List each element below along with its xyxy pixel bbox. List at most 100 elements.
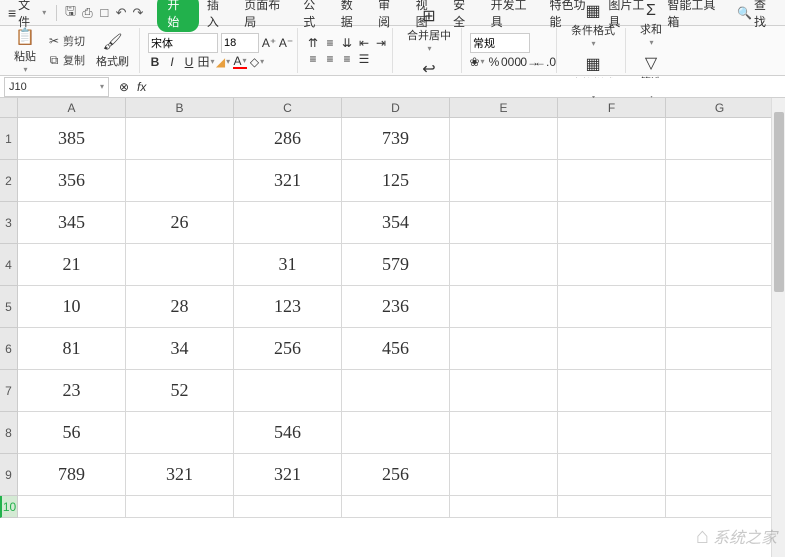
row-header-4[interactable]: 4 <box>0 244 18 286</box>
cell-F3[interactable] <box>558 202 666 244</box>
cell-F9[interactable] <box>558 454 666 496</box>
cell-D1[interactable]: 739 <box>342 118 450 160</box>
fill-color-icon[interactable]: ◢ <box>216 55 230 69</box>
cell-A5[interactable]: 10 <box>18 286 126 328</box>
cell-C4[interactable]: 31 <box>234 244 342 286</box>
cell-D6[interactable]: 456 <box>342 328 450 370</box>
cell-D3[interactable]: 354 <box>342 202 450 244</box>
save-icon[interactable]: 🖫 <box>63 5 78 21</box>
print-icon[interactable]: ⎙ <box>80 5 95 21</box>
cell-C5[interactable]: 123 <box>234 286 342 328</box>
cell-A8[interactable]: 56 <box>18 412 126 454</box>
cell-D5[interactable]: 236 <box>342 286 450 328</box>
cell-A2[interactable]: 356 <box>18 160 126 202</box>
cell-E6[interactable] <box>450 328 558 370</box>
cell-B10[interactable] <box>126 496 234 518</box>
cancel-icon[interactable]: ⊗ <box>117 80 131 94</box>
cell-E10[interactable] <box>450 496 558 518</box>
cell-G4[interactable] <box>666 244 774 286</box>
undo-icon[interactable]: ↶ <box>114 5 129 21</box>
paste-button[interactable]: 📋粘贴 <box>8 25 42 76</box>
cell-E9[interactable] <box>450 454 558 496</box>
align-left-icon[interactable]: ≡ <box>306 52 320 66</box>
cell-G1[interactable] <box>666 118 774 160</box>
comma-icon[interactable]: 000 <box>504 55 518 69</box>
cell-A4[interactable]: 21 <box>18 244 126 286</box>
col-header-B[interactable]: B <box>126 98 234 118</box>
cell-C7[interactable] <box>234 370 342 412</box>
cell-C6[interactable]: 256 <box>234 328 342 370</box>
cell-C1[interactable]: 286 <box>234 118 342 160</box>
number-format-select[interactable] <box>470 33 530 53</box>
font-color-icon[interactable]: A <box>233 55 247 69</box>
cell-F10[interactable] <box>558 496 666 518</box>
row-header-2[interactable]: 2 <box>0 160 18 202</box>
cell-E2[interactable] <box>450 160 558 202</box>
cell-B6[interactable]: 34 <box>126 328 234 370</box>
cell-G10[interactable] <box>666 496 774 518</box>
col-header-D[interactable]: D <box>342 98 450 118</box>
col-header-C[interactable]: C <box>234 98 342 118</box>
cell-B7[interactable]: 52 <box>126 370 234 412</box>
align-middle-icon[interactable]: ≡ <box>323 36 337 50</box>
row-header-7[interactable]: 7 <box>0 370 18 412</box>
increase-font-icon[interactable]: A⁺ <box>262 36 276 50</box>
underline-icon[interactable]: U <box>182 55 196 69</box>
cell-G6[interactable] <box>666 328 774 370</box>
redo-icon[interactable]: ↷ <box>131 5 146 21</box>
cell-F6[interactable] <box>558 328 666 370</box>
clear-icon[interactable]: ◇ <box>250 55 264 69</box>
cell-B3[interactable]: 26 <box>126 202 234 244</box>
cell-A7[interactable]: 23 <box>18 370 126 412</box>
decrease-font-icon[interactable]: A⁻ <box>279 36 293 50</box>
select-all-corner[interactable] <box>0 98 18 118</box>
row-header-1[interactable]: 1 <box>0 118 18 160</box>
font-size-select[interactable] <box>221 33 259 53</box>
cell-A6[interactable]: 81 <box>18 328 126 370</box>
cell-B4[interactable] <box>126 244 234 286</box>
font-name-select[interactable] <box>148 33 218 53</box>
justify-icon[interactable]: ☰ <box>357 52 371 66</box>
indent-decrease-icon[interactable]: ⇤ <box>357 36 371 50</box>
cell-E8[interactable] <box>450 412 558 454</box>
cell-C2[interactable]: 321 <box>234 160 342 202</box>
col-header-E[interactable]: E <box>450 98 558 118</box>
cell-B5[interactable]: 28 <box>126 286 234 328</box>
col-header-F[interactable]: F <box>558 98 666 118</box>
align-right-icon[interactable]: ≡ <box>340 52 354 66</box>
row-header-8[interactable]: 8 <box>0 412 18 454</box>
cell-G3[interactable] <box>666 202 774 244</box>
cell-G7[interactable] <box>666 370 774 412</box>
row-header-9[interactable]: 9 <box>0 454 18 496</box>
row-header-5[interactable]: 5 <box>0 286 18 328</box>
search-box[interactable]: 🔍查找 <box>731 0 781 30</box>
cell-C8[interactable]: 546 <box>234 412 342 454</box>
cell-G2[interactable] <box>666 160 774 202</box>
cell-A3[interactable]: 345 <box>18 202 126 244</box>
cell-F7[interactable] <box>558 370 666 412</box>
preview-icon[interactable]: □ <box>97 5 112 21</box>
cond-format-button[interactable]: ▦条件格式 <box>565 0 621 50</box>
cut-button[interactable]: ✂剪切 <box>45 32 87 50</box>
cell-D4[interactable]: 579 <box>342 244 450 286</box>
cell-B2[interactable] <box>126 160 234 202</box>
cell-F2[interactable] <box>558 160 666 202</box>
name-box[interactable]: J10▾ <box>4 77 109 97</box>
cell-D10[interactable] <box>342 496 450 518</box>
row-header-6[interactable]: 6 <box>0 328 18 370</box>
bold-icon[interactable]: B <box>148 55 162 69</box>
cell-E4[interactable] <box>450 244 558 286</box>
cell-F1[interactable] <box>558 118 666 160</box>
cell-D8[interactable] <box>342 412 450 454</box>
align-top-icon[interactable]: ⇈ <box>306 36 320 50</box>
copy-button[interactable]: ⧉复制 <box>45 51 87 69</box>
percent-icon[interactable]: % <box>487 55 501 69</box>
cell-A9[interactable]: 789 <box>18 454 126 496</box>
cell-A10[interactable] <box>18 496 126 518</box>
align-bottom-icon[interactable]: ⇊ <box>340 36 354 50</box>
cell-E7[interactable] <box>450 370 558 412</box>
cell-A1[interactable]: 385 <box>18 118 126 160</box>
col-header-A[interactable]: A <box>18 98 126 118</box>
cell-F5[interactable] <box>558 286 666 328</box>
cell-F4[interactable] <box>558 244 666 286</box>
